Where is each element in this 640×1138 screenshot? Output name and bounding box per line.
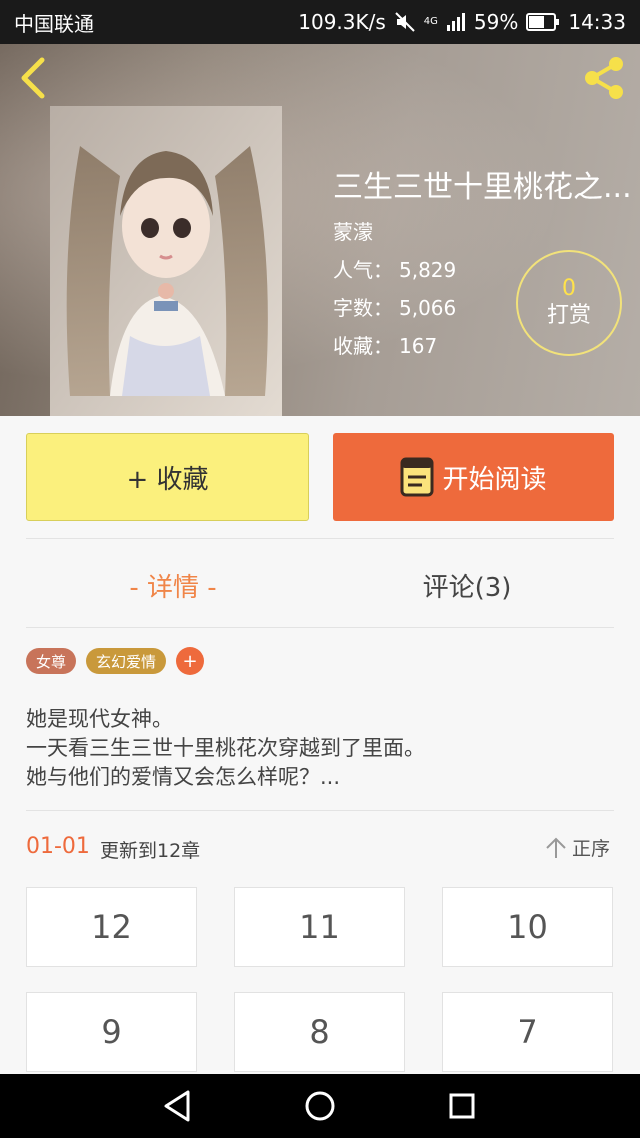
book-cover-image[interactable] xyxy=(50,106,282,416)
square-recents-icon xyxy=(449,1093,475,1119)
sort-order-button[interactable]: 正序 xyxy=(544,834,610,861)
back-button[interactable] xyxy=(14,56,54,100)
stat-value: 5,066 xyxy=(399,296,457,320)
chapter-button[interactable]: 9 xyxy=(26,992,197,1072)
start-reading-button[interactable]: 开始阅读 xyxy=(333,433,614,521)
battery-icon xyxy=(526,12,560,32)
stat-popularity: 人气： 5,829 xyxy=(333,254,456,283)
circle-home-icon xyxy=(305,1091,335,1121)
share-button[interactable] xyxy=(580,54,628,102)
stat-favorites: 收藏： 167 xyxy=(333,330,437,359)
nav-recents-button[interactable] xyxy=(442,1086,482,1126)
tag-list: 女尊 玄幻爱情 + xyxy=(26,647,205,675)
book-icon xyxy=(400,457,434,497)
divider xyxy=(26,538,614,539)
start-reading-label: 开始阅读 xyxy=(442,464,547,495)
divider xyxy=(26,627,614,628)
signal-icon xyxy=(446,12,466,32)
add-tag-button[interactable]: + xyxy=(176,647,205,675)
network-speed: 109.3K/s xyxy=(298,10,386,34)
chapter-button[interactable]: 8 xyxy=(234,992,405,1072)
nav-home-button[interactable] xyxy=(300,1086,340,1126)
tip-button[interactable]: 0 打赏 xyxy=(516,250,622,356)
add-favorite-label: + 收藏 xyxy=(126,464,209,495)
chapter-button[interactable]: 10 xyxy=(442,887,613,967)
tab-details-label: - 详情 - xyxy=(129,572,217,603)
stat-value: 5,829 xyxy=(399,258,457,282)
triangle-back-icon xyxy=(164,1090,190,1122)
description-line: 一天看三生三世十里桃花次穿越到了里面。 xyxy=(26,736,425,760)
stat-word-count: 字数： 5,066 xyxy=(333,292,456,321)
stat-label: 人气： xyxy=(333,258,393,282)
update-date: 01-01 xyxy=(26,834,90,859)
nav-back-button[interactable] xyxy=(158,1086,198,1126)
book-title: 三生三世十里桃花之... xyxy=(333,170,632,205)
chapter-button[interactable]: 12 xyxy=(26,887,197,967)
add-favorite-button[interactable]: + 收藏 xyxy=(26,433,309,521)
stat-label: 收藏： xyxy=(333,334,393,358)
system-nav-bar xyxy=(0,1074,640,1138)
stat-label: 字数： xyxy=(333,296,393,320)
book-header: 三生三世十里桃花之... 蒙濛 人气： 5,829 字数： 5,066 收藏： 167… xyxy=(0,44,640,416)
book-author[interactable]: 蒙濛 xyxy=(333,216,373,245)
doll-illustration xyxy=(50,106,282,416)
tab-details[interactable]: - 详情 - xyxy=(26,560,320,610)
divider xyxy=(26,810,614,811)
update-status: 更新到12章 xyxy=(100,840,201,862)
status-bar: 中国联通 109.3K/s 4G 59% 14:33 xyxy=(0,0,640,44)
tag-item[interactable]: 玄幻爱情 xyxy=(86,648,167,674)
sort-order-label: 正序 xyxy=(572,838,611,860)
tip-label: 打赏 xyxy=(546,302,591,328)
mute-icon xyxy=(394,11,416,33)
battery-percent: 59% xyxy=(473,10,519,34)
network-type: 4G xyxy=(423,16,438,27)
carrier-name: 中国联通 xyxy=(14,11,94,36)
tip-count: 0 xyxy=(562,275,576,301)
tab-comments[interactable]: 评论(3) xyxy=(320,560,614,610)
clock: 14:33 xyxy=(568,10,626,34)
description-line: 她与他们的爱情又会怎么样呢？... xyxy=(26,765,341,789)
stat-value: 167 xyxy=(399,334,438,358)
book-description[interactable]: 她是现代女神。 一天看三生三世十里桃花次穿越到了里面。 她与他们的爱情又会怎么样… xyxy=(26,705,614,792)
description-line: 她是现代女神。 xyxy=(26,707,173,731)
arrow-up-icon xyxy=(546,837,566,858)
tag-item[interactable]: 女尊 xyxy=(26,648,77,674)
chapter-button[interactable]: 7 xyxy=(442,992,613,1072)
share-icon xyxy=(585,57,623,99)
back-arrow-icon xyxy=(21,57,45,99)
chapter-button[interactable]: 11 xyxy=(234,887,405,967)
tab-comments-label: 评论(3) xyxy=(422,572,512,603)
